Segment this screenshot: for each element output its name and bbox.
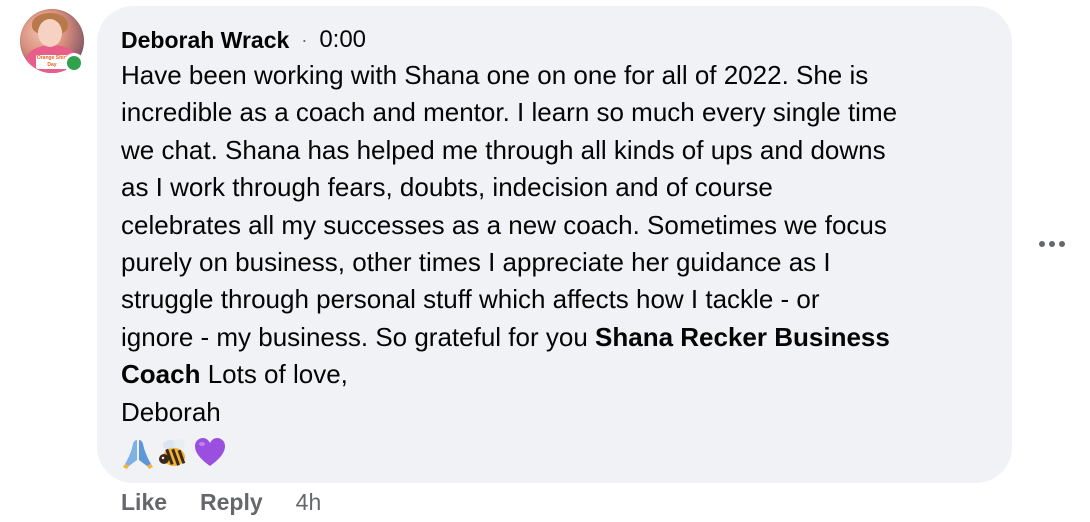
praying-hands-emoji — [121, 436, 155, 470]
comment-line: Coach Lots of love, — [121, 356, 988, 393]
comment-bubble: Deborah Wrack · 0:00 Have been working w… — [97, 6, 1012, 483]
comment-age[interactable]: 4h — [296, 489, 322, 516]
comment-text: Have been working with Shana one on one … — [121, 57, 988, 431]
bee-emoji — [157, 436, 191, 470]
online-status-icon — [64, 53, 84, 73]
like-button[interactable]: Like — [121, 489, 167, 516]
comment-signoff: Deborah — [121, 396, 221, 427]
header-separator: · — [301, 29, 308, 50]
comment-header: Deborah Wrack · 0:00 — [121, 26, 988, 54]
comment-line: ignore - my business. So grateful for yo… — [121, 319, 988, 356]
purple-heart-emoji — [193, 436, 227, 470]
comment-line: as I work through fears, doubts, indecis… — [121, 172, 773, 203]
more-options-button[interactable] — [1034, 234, 1070, 254]
comment-line-text: Lots of love, — [200, 359, 348, 390]
comment-time: 0:00 — [319, 26, 367, 53]
avatar[interactable]: Orange Shirt Day — [20, 9, 84, 73]
comment-line: purely on business, other times I apprec… — [121, 247, 831, 278]
reply-button[interactable]: Reply — [200, 489, 263, 516]
mention-link[interactable]: Shana Recker Business — [595, 322, 890, 352]
comment-line-text: ignore - my business. So grateful for yo… — [121, 321, 596, 352]
emoji-row — [121, 435, 988, 471]
comment-line: we chat. Shana has helped me through all… — [121, 134, 886, 165]
comment-line: incredible as a coach and mentor. I lear… — [121, 97, 898, 128]
comment-line: celebrates all my successes as a new coa… — [121, 209, 887, 240]
comment-author[interactable]: Deborah Wrack — [121, 27, 289, 54]
comment-line: Have been working with Shana one on one … — [121, 60, 869, 90]
comment-line: struggle through personal stuff which af… — [121, 284, 820, 315]
more-options-icon — [1039, 241, 1045, 247]
comment-actions: Like Reply 4h — [121, 487, 321, 517]
mention-link-continued[interactable]: Coach — [121, 359, 200, 389]
